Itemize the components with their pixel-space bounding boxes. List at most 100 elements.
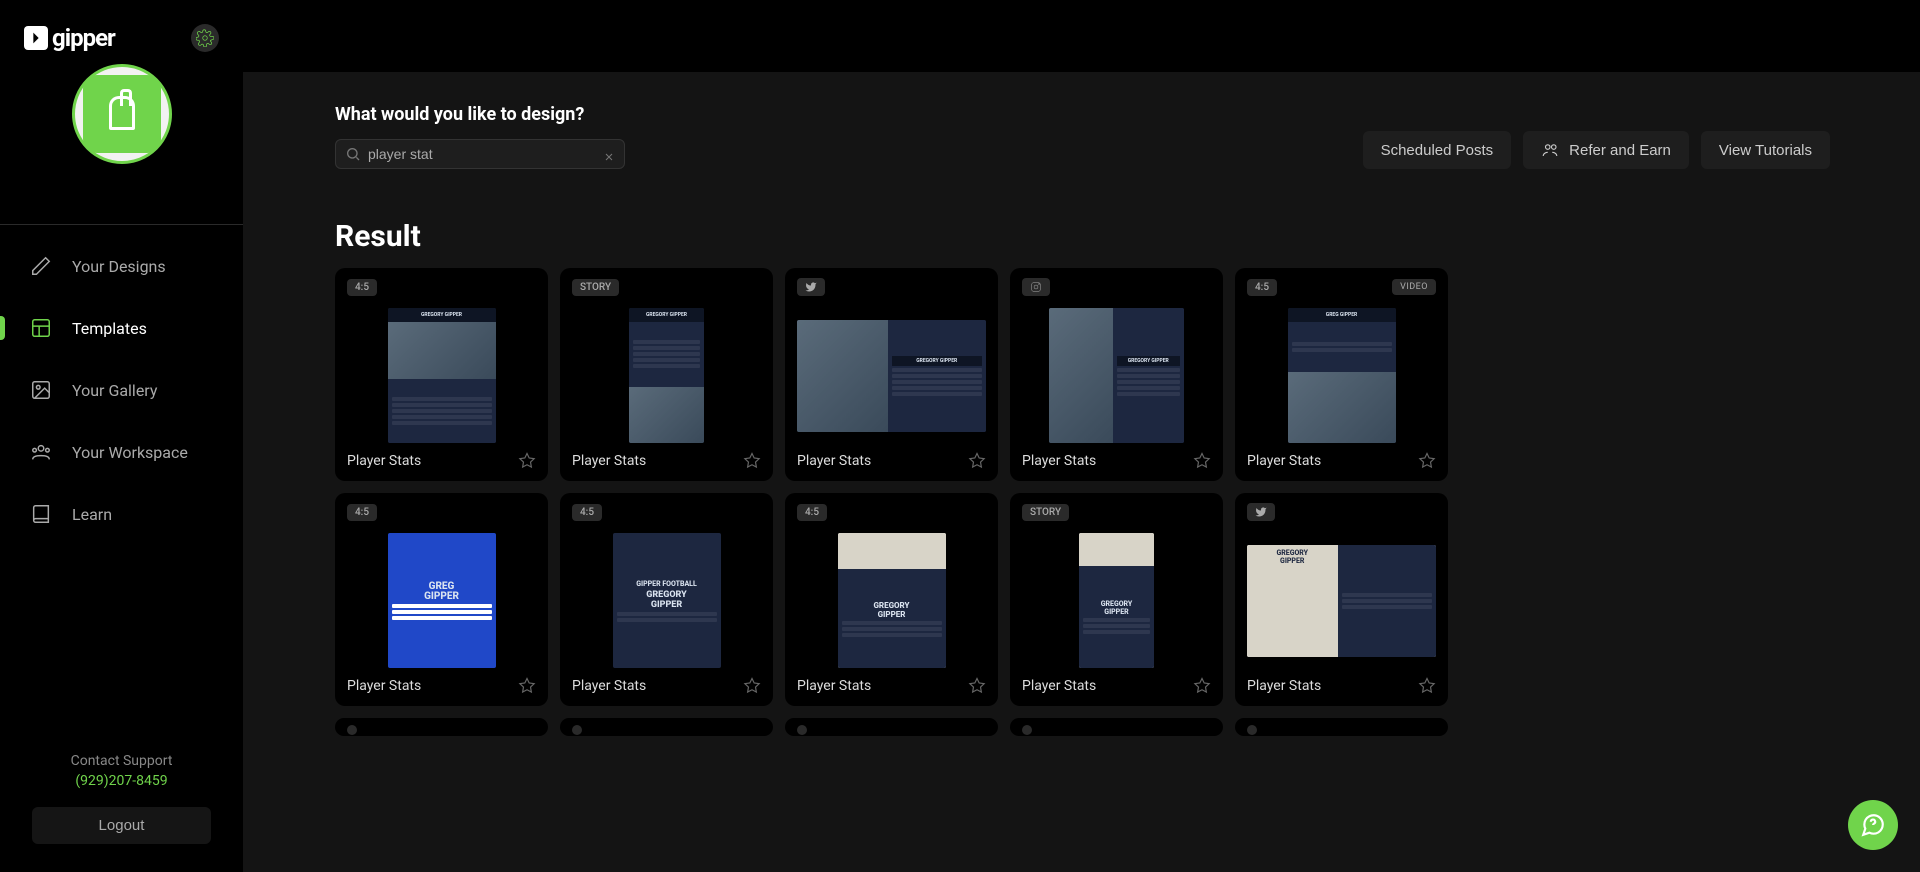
template-card[interactable]: 4:5 GREGORYGIPPER Player Stats	[785, 493, 998, 706]
sidebar-nav: Your Designs Templates Your Gallery Your…	[0, 235, 243, 545]
pencil-icon	[30, 255, 52, 277]
sidebar-item-label: Templates	[72, 319, 147, 338]
favorite-button[interactable]	[743, 452, 761, 470]
favorite-button[interactable]	[1193, 677, 1211, 695]
template-card[interactable]: STORY GREGORYGIPPER Player Stats	[1010, 493, 1223, 706]
sidebar-item-your-gallery[interactable]: Your Gallery	[0, 359, 243, 421]
content: What would you like to design? Scheduled…	[243, 72, 1920, 872]
template-card[interactable]	[560, 718, 773, 736]
header-row: What would you like to design? Scheduled…	[335, 104, 1830, 169]
format-badge	[1022, 725, 1032, 735]
twitter-icon	[805, 281, 817, 293]
format-badge: 4:5	[347, 504, 377, 521]
card-title: Player Stats	[1022, 453, 1096, 469]
favorite-button[interactable]	[1418, 677, 1436, 695]
format-badge	[1247, 725, 1257, 735]
template-card[interactable]	[335, 718, 548, 736]
template-thumbnail: GREGORY GIPPER	[797, 304, 986, 447]
format-badge: 4:5	[797, 504, 827, 521]
scheduled-posts-button[interactable]: Scheduled Posts	[1363, 131, 1512, 169]
twitter-icon	[1255, 506, 1267, 518]
template-thumbnail: GREG GIPPER	[1247, 304, 1436, 447]
card-title: Player Stats	[347, 678, 421, 694]
refer-and-earn-button[interactable]: Refer and Earn	[1523, 131, 1689, 169]
format-badge	[347, 725, 357, 735]
search-input[interactable]	[335, 139, 625, 169]
video-badge: VIDEO	[1392, 279, 1436, 295]
help-icon	[1860, 812, 1886, 838]
logout-button[interactable]: Logout	[32, 807, 211, 844]
search-icon	[345, 146, 361, 162]
divider	[0, 224, 243, 225]
favorite-button[interactable]	[1418, 452, 1436, 470]
sidebar: gipper Your Designs Templates Your Galle…	[0, 0, 243, 872]
gear-icon	[196, 29, 214, 47]
template-card[interactable]: GREGORY GIPPER Player Stats	[785, 268, 998, 481]
sidebar-item-learn[interactable]: Learn	[0, 483, 243, 545]
card-title: Player Stats	[572, 678, 646, 694]
result-heading: Result	[335, 219, 1830, 254]
results-grid: 4:5 GREGORY GIPPER Player Stats STORY GR…	[335, 268, 1830, 736]
workspace-icon	[30, 441, 52, 463]
brand-name: gipper	[52, 24, 115, 52]
templates-icon	[30, 317, 52, 339]
template-thumbnail: GREGGIPPER	[347, 529, 536, 672]
format-badge-instagram	[1022, 278, 1050, 296]
sidebar-item-label: Your Gallery	[72, 381, 157, 400]
template-card[interactable]	[1235, 718, 1448, 736]
template-card[interactable]: STORY GREGORY GIPPER Player Stats	[560, 268, 773, 481]
sidebar-header: gipper	[0, 0, 243, 52]
design-prompt: What would you like to design?	[335, 104, 625, 125]
sidebar-item-label: Your Workspace	[72, 443, 188, 462]
template-card[interactable]: GREGORYGIPPER Player Stats	[1235, 493, 1448, 706]
format-badge-twitter	[1247, 503, 1275, 521]
template-thumbnail: GREGORYGIPPER	[1022, 529, 1211, 672]
template-card[interactable]	[1010, 718, 1223, 736]
brand-logo[interactable]: gipper	[24, 24, 115, 52]
settings-button[interactable]	[191, 24, 219, 52]
format-badge	[572, 725, 582, 735]
help-chat-button[interactable]	[1848, 800, 1898, 850]
favorite-button[interactable]	[1193, 452, 1211, 470]
main-area: What would you like to design? Scheduled…	[243, 0, 1920, 872]
support-label: Contact Support	[0, 753, 243, 769]
favorite-button[interactable]	[743, 677, 761, 695]
card-title: Player Stats	[1247, 453, 1321, 469]
template-thumbnail: GREGORYGIPPER	[1247, 529, 1436, 672]
favorite-button[interactable]	[968, 452, 986, 470]
sidebar-item-templates[interactable]: Templates	[0, 297, 243, 359]
format-badge-twitter	[797, 278, 825, 296]
template-card[interactable]: 4:5 GREGGIPPER Player Stats	[335, 493, 548, 706]
support-block: Contact Support (929)207-8459	[0, 753, 243, 789]
view-tutorials-button[interactable]: View Tutorials	[1701, 131, 1830, 169]
template-card[interactable]: GREGORY GIPPER Player Stats	[1010, 268, 1223, 481]
sidebar-item-your-designs[interactable]: Your Designs	[0, 235, 243, 297]
clear-search-button[interactable]	[603, 148, 615, 160]
support-phone[interactable]: (929)207-8459	[0, 773, 243, 789]
card-title: Player Stats	[347, 453, 421, 469]
favorite-button[interactable]	[968, 677, 986, 695]
template-thumbnail: GIPPER FOOTBALLGREGORYGIPPER	[572, 529, 761, 672]
format-badge: STORY	[1022, 504, 1069, 521]
template-thumbnail: GREGORY GIPPER	[1022, 304, 1211, 447]
template-card[interactable]	[785, 718, 998, 736]
format-badge: 4:5	[572, 504, 602, 521]
favorite-button[interactable]	[518, 677, 536, 695]
sidebar-item-your-workspace[interactable]: Your Workspace	[0, 421, 243, 483]
template-card[interactable]: 4:5 GREGORY GIPPER Player Stats	[335, 268, 548, 481]
format-badge: STORY	[572, 279, 619, 296]
template-card[interactable]: 4:5 VIDEO GREG GIPPER Player Stats	[1235, 268, 1448, 481]
format-badge: 4:5	[347, 279, 377, 296]
card-title: Player Stats	[1247, 678, 1321, 694]
search-wrap	[335, 139, 625, 169]
format-badge	[797, 725, 807, 735]
template-card[interactable]: 4:5 GIPPER FOOTBALLGREGORYGIPPER Player …	[560, 493, 773, 706]
template-thumbnail: GREGORY GIPPER	[347, 304, 536, 447]
workspace-avatar[interactable]	[0, 64, 243, 164]
format-badge: 4:5	[1247, 279, 1277, 296]
refer-icon	[1541, 141, 1559, 159]
template-thumbnail: GREGORY GIPPER	[572, 304, 761, 447]
card-title: Player Stats	[572, 453, 646, 469]
favorite-button[interactable]	[518, 452, 536, 470]
card-title: Player Stats	[797, 453, 871, 469]
